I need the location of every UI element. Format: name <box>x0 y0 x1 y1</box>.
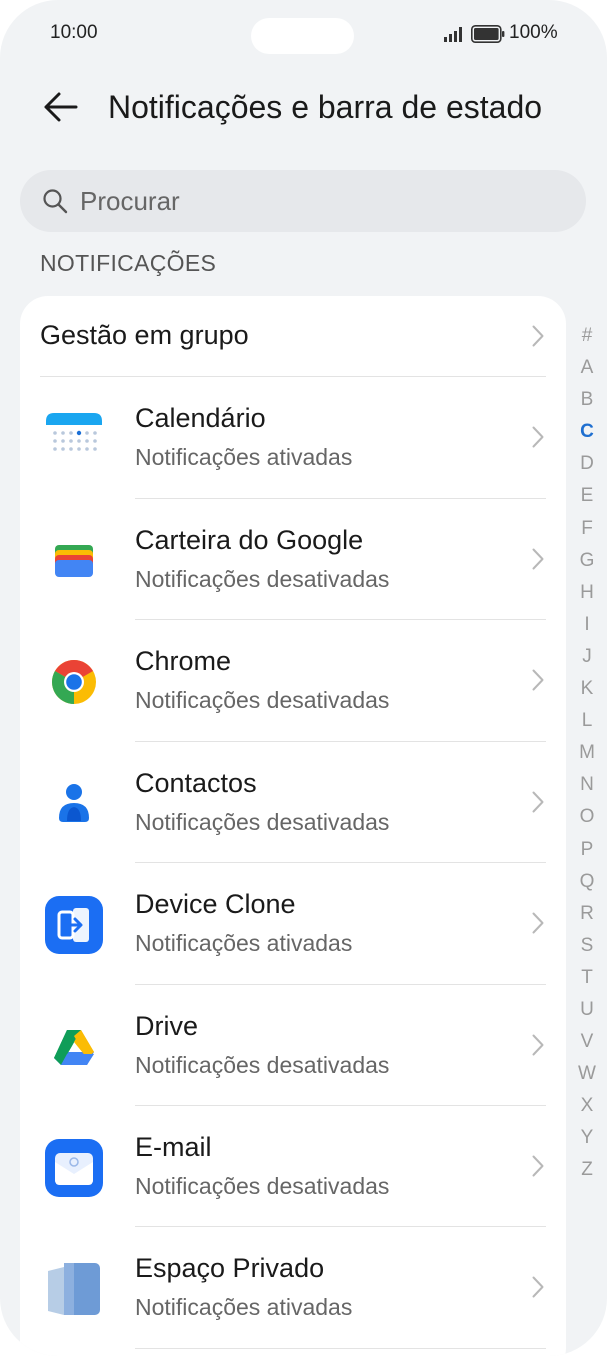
index-letter[interactable]: U <box>576 994 598 1026</box>
chrome-icon <box>52 660 96 704</box>
chevron-right-icon <box>532 791 544 813</box>
phone-screen: 10:00 100% Notificações e barra de estad… <box>0 0 607 1356</box>
group-management-label: Gestão em grupo <box>40 320 249 350</box>
back-arrow-icon[interactable] <box>40 86 82 128</box>
app-name: E-mail <box>135 1132 212 1162</box>
app-notification-status: Notificações ativadas <box>135 444 353 470</box>
chevron-right-icon <box>532 1155 544 1177</box>
app-notification-status: Notificações desativadas <box>135 1173 390 1199</box>
app-notification-status: Notificações ativadas <box>135 930 353 956</box>
chevron-right-icon <box>532 1034 544 1056</box>
index-letter[interactable]: Q <box>576 866 598 898</box>
app-notification-status: Notificações desativadas <box>135 809 390 835</box>
index-letter[interactable]: G <box>576 545 598 577</box>
chevron-right-icon <box>532 426 544 448</box>
index-letter[interactable]: B <box>576 384 598 416</box>
index-letter[interactable]: W <box>576 1058 598 1090</box>
page-title: Notificações e barra de estado <box>108 89 543 125</box>
battery-icon <box>471 25 505 43</box>
battery-percent: 100% <box>509 22 558 43</box>
index-letter[interactable]: E <box>576 480 598 512</box>
app-name: Espaço Privado <box>135 1253 325 1283</box>
alphabet-index[interactable]: # A B C D E F G H I J K L M N O P Q R S T U V W X Y Z <box>576 320 598 1187</box>
app-notification-status: Notificações ativadas <box>135 1294 353 1320</box>
app-row-e-mail[interactable]: E-mail Notificações desativadas <box>20 1106 566 1227</box>
index-letter[interactable]: F <box>576 513 598 545</box>
index-letter[interactable]: X <box>576 1090 598 1122</box>
index-letter[interactable]: Y <box>576 1122 598 1154</box>
private-space-icon <box>48 1263 100 1315</box>
index-letter[interactable]: V <box>576 1026 598 1058</box>
section-heading-notifications: NOTIFICAÇÕES <box>40 250 217 276</box>
index-letter[interactable]: I <box>576 609 598 641</box>
chevron-right-icon <box>532 1276 544 1298</box>
chevron-right-icon <box>532 548 544 570</box>
chevron-right-icon <box>532 325 544 347</box>
index-letter[interactable]: D <box>576 448 598 480</box>
index-letter[interactable]: M <box>576 737 598 769</box>
email-icon <box>45 1139 103 1197</box>
index-letter[interactable]: Z <box>576 1154 598 1186</box>
chevron-right-icon <box>532 669 544 691</box>
index-letter[interactable]: # <box>576 320 598 352</box>
camera-pill <box>251 18 354 54</box>
signal-icon <box>444 27 462 42</box>
index-letter[interactable]: O <box>576 801 598 833</box>
index-letter[interactable]: S <box>576 930 598 962</box>
index-letter[interactable]: K <box>576 673 598 705</box>
app-row-calendario[interactable]: Calendário Notificações ativadas <box>20 377 566 498</box>
chevron-right-icon <box>532 912 544 934</box>
index-letter[interactable]: L <box>576 705 598 737</box>
app-row-drive[interactable]: Drive Notificações desativadas <box>20 985 566 1106</box>
search-bar[interactable] <box>20 170 586 232</box>
app-notification-status: Notificações desativadas <box>135 566 390 592</box>
app-list-card: Gestão em grupo Calendário Notificações … <box>20 296 566 1356</box>
app-row-chrome[interactable]: Chrome Notificações desativadas <box>20 620 566 741</box>
app-notification-status: Notificações desativadas <box>135 687 390 713</box>
app-notification-status: Notificações desativadas <box>135 1052 390 1078</box>
app-row-carteira-do-google[interactable]: Carteira do Google Notificações desativa… <box>20 499 566 620</box>
app-row-contactos[interactable]: Contactos Notificações desativadas <box>20 742 566 863</box>
app-row-espaco-privado[interactable]: Espaço Privado Notificações ativadas <box>20 1227 566 1348</box>
google-wallet-icon <box>55 545 93 577</box>
index-letter[interactable]: R <box>576 898 598 930</box>
status-bar: 10:00 100% <box>0 0 607 70</box>
index-letter[interactable]: N <box>576 769 598 801</box>
divider <box>135 1348 546 1349</box>
index-letter[interactable]: P <box>576 834 598 866</box>
index-letter[interactable]: A <box>576 352 598 384</box>
index-letter[interactable]: C <box>576 416 598 448</box>
app-name: Calendário <box>135 403 266 433</box>
app-name: Device Clone <box>135 889 296 919</box>
app-row-device-clone[interactable]: Device Clone Notificações ativadas <box>20 863 566 984</box>
app-name: Contactos <box>135 768 257 798</box>
app-name: Drive <box>135 1011 199 1041</box>
group-management-row[interactable]: Gestão em grupo <box>20 296 566 376</box>
calendar-icon <box>46 413 102 451</box>
status-time: 10:00 <box>50 22 98 43</box>
index-letter[interactable]: T <box>576 962 598 994</box>
index-letter[interactable]: H <box>576 577 598 609</box>
contacts-icon <box>59 784 89 822</box>
index-letter[interactable]: J <box>576 641 598 673</box>
search-input[interactable] <box>80 183 560 219</box>
app-name: Carteira do Google <box>135 525 364 555</box>
device-clone-icon <box>45 896 103 954</box>
app-name: Chrome <box>135 646 232 676</box>
google-drive-icon <box>54 1030 94 1065</box>
search-icon <box>43 189 68 214</box>
